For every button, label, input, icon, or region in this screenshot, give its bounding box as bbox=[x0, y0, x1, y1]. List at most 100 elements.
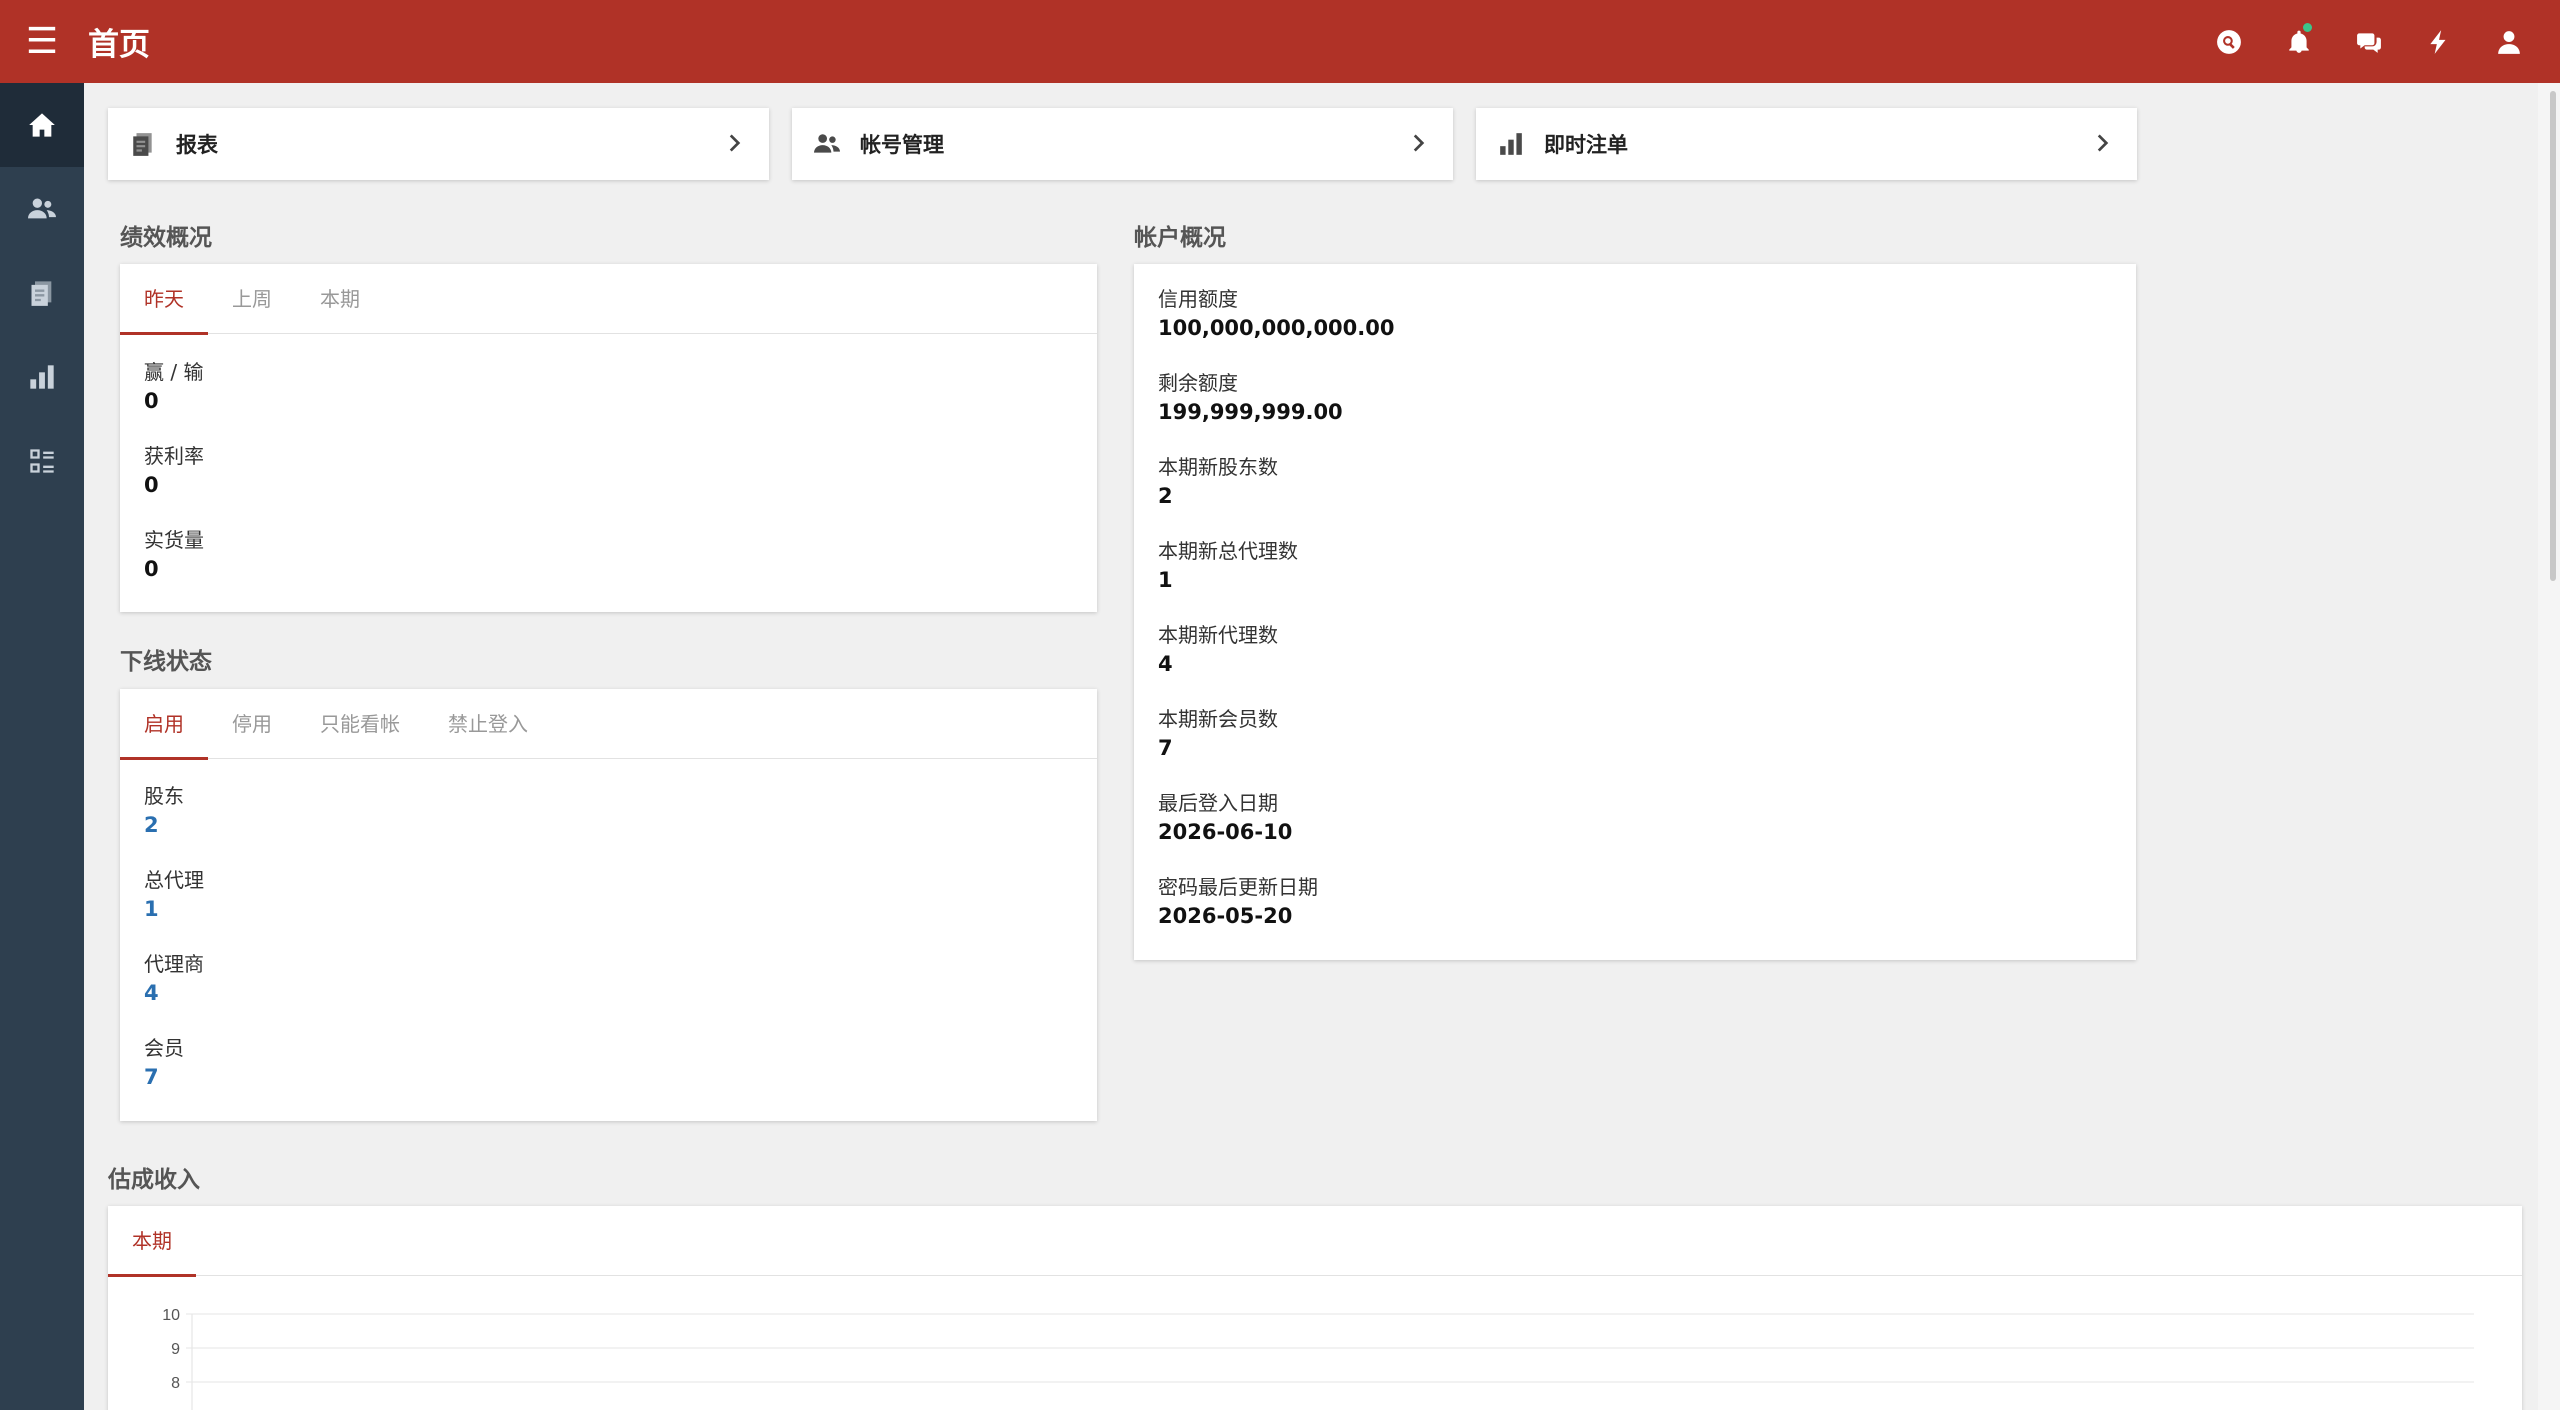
stat-label: 本期新股东数 bbox=[1158, 455, 1278, 479]
stat-password-updated-date: 密码最后更新日期 2026-05-20 bbox=[1158, 873, 1318, 931]
home-icon bbox=[29, 113, 55, 137]
account-title: 帐户概况 bbox=[1134, 225, 1226, 251]
report-icon bbox=[31, 281, 52, 306]
tab-last-week[interactable]: 上周 bbox=[208, 264, 296, 334]
sidebar-item-statistics[interactable] bbox=[0, 335, 84, 419]
sidebar-item-reports[interactable] bbox=[0, 251, 84, 335]
stat-win-loss: 赢 / 输 0 bbox=[144, 358, 203, 416]
menu-icon[interactable]: ☰ bbox=[0, 0, 84, 83]
account-panel: 信用额度 100,000,000,000.00 剩余额度 199,999,999… bbox=[1134, 264, 2136, 960]
chevron-right-icon bbox=[721, 130, 747, 160]
sidebar-item-accounts[interactable] bbox=[0, 167, 84, 251]
stat-label: 最后登入日期 bbox=[1158, 791, 1278, 815]
stat-new-agents: 本期新代理数 4 bbox=[1158, 621, 1278, 679]
stat-value-link[interactable]: 1 bbox=[144, 894, 204, 924]
performance-panel: 昨天 上周 本期 赢 / 输 0 获利率 0 实货量 0 bbox=[120, 264, 1097, 612]
quick-link-live-bets[interactable]: 即时注单 bbox=[1476, 108, 2137, 180]
stat-value: 100,000,000,000.00 bbox=[1158, 316, 1395, 340]
quick-link-account-management[interactable]: 帐号管理 bbox=[792, 108, 1453, 180]
stat-members: 会员 7 bbox=[144, 1034, 184, 1092]
stat-actual-volume: 实货量 0 bbox=[144, 526, 204, 584]
scroll-thumb[interactable] bbox=[2550, 91, 2556, 581]
stat-value: 2026-05-20 bbox=[1158, 904, 1293, 928]
stat-value-link[interactable]: 2 bbox=[144, 810, 184, 840]
stat-last-login-date: 最后登入日期 2026-06-10 bbox=[1158, 789, 1292, 847]
stat-label: 本期新总代理数 bbox=[1158, 539, 1298, 563]
bell-icon[interactable] bbox=[2264, 0, 2334, 83]
stat-value: 2 bbox=[1158, 484, 1173, 508]
page-scrollbar[interactable] bbox=[2538, 83, 2560, 1410]
stat-label: 实货量 bbox=[144, 528, 204, 552]
notification-dot bbox=[2303, 23, 2312, 32]
income-panel: 本期 10 9 8 bbox=[108, 1206, 2522, 1410]
sidebar bbox=[0, 83, 84, 1410]
stat-value: 199,999,999.00 bbox=[1158, 400, 1343, 424]
tab-yesterday[interactable]: 昨天 bbox=[120, 264, 208, 335]
stat-value: 0 bbox=[144, 557, 159, 581]
chevron-right-icon bbox=[2089, 130, 2115, 160]
users-icon bbox=[28, 198, 56, 219]
performance-tabs: 昨天 上周 本期 bbox=[120, 264, 1097, 335]
quick-link-reports[interactable]: 报表 bbox=[108, 108, 769, 180]
chat-icon[interactable] bbox=[2334, 0, 2404, 83]
stat-agents: 代理商 4 bbox=[144, 950, 204, 1008]
stat-label: 代理商 bbox=[144, 952, 204, 976]
sidebar-item-home[interactable] bbox=[0, 83, 84, 167]
stat-new-general-agents: 本期新总代理数 1 bbox=[1158, 537, 1298, 595]
tab-view-only[interactable]: 只能看帐 bbox=[296, 689, 424, 759]
chevron-right-icon bbox=[1405, 130, 1431, 160]
stat-label: 本期新会员数 bbox=[1158, 707, 1278, 731]
downline-tabs: 启用 停用 只能看帐 禁止登入 bbox=[120, 689, 1097, 760]
performance-title: 绩效概况 bbox=[120, 225, 212, 251]
income-title: 估成收入 bbox=[108, 1167, 200, 1193]
chart-y-tick-label: 10 bbox=[162, 1307, 180, 1324]
tab-login-banned[interactable]: 禁止登入 bbox=[424, 689, 552, 759]
stat-value: 0 bbox=[144, 389, 159, 413]
stat-value-link[interactable]: 7 bbox=[144, 1062, 184, 1092]
page-title: 首页 bbox=[88, 27, 150, 63]
stat-label: 股东 bbox=[144, 784, 184, 808]
stat-value: 1 bbox=[1158, 568, 1173, 592]
bar-chart-icon bbox=[1498, 131, 1524, 157]
stat-value: 7 bbox=[1158, 736, 1173, 760]
quick-link-label: 即时注单 bbox=[1544, 133, 1628, 157]
list-icon bbox=[30, 449, 54, 473]
bolt-icon[interactable] bbox=[2404, 0, 2474, 83]
stat-value: 0 bbox=[144, 473, 159, 497]
tab-enabled[interactable]: 启用 bbox=[120, 689, 208, 760]
tab-current-period[interactable]: 本期 bbox=[296, 264, 384, 334]
users-icon bbox=[814, 131, 840, 157]
income-tabs: 本期 bbox=[108, 1206, 2522, 1277]
stat-label: 总代理 bbox=[144, 868, 204, 892]
chart-y-tick-label: 9 bbox=[171, 1341, 180, 1358]
stat-label: 信用额度 bbox=[1158, 287, 1238, 311]
stat-remaining-limit: 剩余额度 199,999,999.00 bbox=[1158, 369, 1343, 427]
search-icon[interactable] bbox=[2194, 0, 2264, 83]
stat-general-agents: 总代理 1 bbox=[144, 866, 204, 924]
stat-label: 剩余额度 bbox=[1158, 371, 1238, 395]
stat-shareholders: 股东 2 bbox=[144, 782, 184, 840]
tab-disabled[interactable]: 停用 bbox=[208, 689, 296, 759]
downline-panel: 启用 停用 只能看帐 禁止登入 股东 2 总代理 1 代理商 4 会员 7 bbox=[120, 689, 1097, 1121]
chart-y-tick-label: 8 bbox=[171, 1375, 180, 1392]
stat-credit-limit: 信用额度 100,000,000,000.00 bbox=[1158, 285, 1394, 343]
stat-label: 赢 / 输 bbox=[144, 360, 204, 384]
stat-new-shareholders: 本期新股东数 2 bbox=[1158, 453, 1278, 511]
bar-chart-icon bbox=[30, 365, 54, 389]
stat-label: 密码最后更新日期 bbox=[1158, 875, 1318, 899]
downline-title: 下线状态 bbox=[120, 649, 212, 675]
stat-label: 会员 bbox=[144, 1036, 184, 1060]
stat-value-link[interactable]: 4 bbox=[144, 978, 204, 1008]
tab-current-period[interactable]: 本期 bbox=[108, 1206, 196, 1277]
user-icon[interactable] bbox=[2474, 0, 2544, 83]
income-chart: 10 9 8 bbox=[162, 1307, 2474, 1410]
sidebar-item-list[interactable] bbox=[0, 419, 84, 503]
stat-new-members: 本期新会员数 7 bbox=[1158, 705, 1278, 763]
report-icon bbox=[130, 131, 156, 157]
stat-label: 本期新代理数 bbox=[1158, 623, 1278, 647]
quick-link-label: 帐号管理 bbox=[860, 133, 944, 157]
top-bar: ☰ 首页 bbox=[0, 0, 2560, 83]
stat-value: 4 bbox=[1158, 652, 1173, 676]
stat-profit-rate: 获利率 0 bbox=[144, 442, 204, 500]
stat-label: 获利率 bbox=[144, 444, 204, 468]
